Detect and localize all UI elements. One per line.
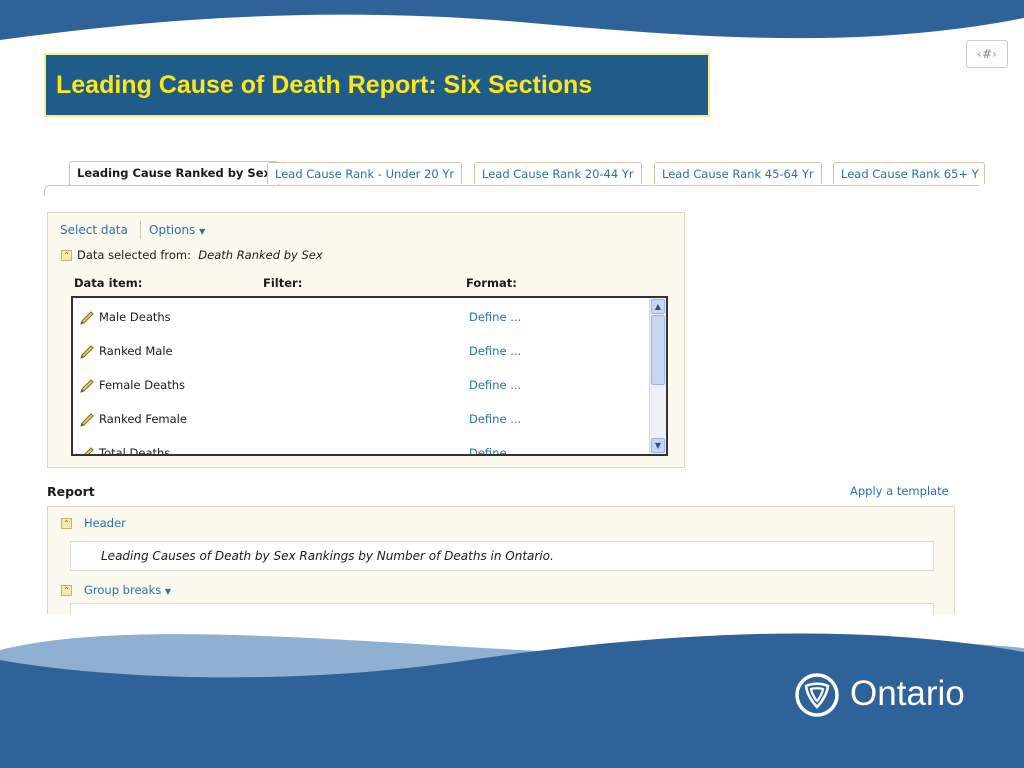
data-item-name: Female Deaths	[99, 378, 186, 392]
select-data-link[interactable]: Select data	[60, 223, 128, 237]
pencil-icon	[80, 413, 94, 427]
define-format-link[interactable]: Define ...	[469, 412, 521, 426]
list-item[interactable]: Ranked Female Define ...	[73, 404, 651, 438]
data-selected-from: Data selected from: Death Ranked by Sex	[77, 248, 323, 262]
report-header-text[interactable]: Leading Causes of Death by Sex Rankings …	[70, 541, 934, 571]
tab-under-20[interactable]: Lead Cause Rank - Under 20 Yr	[267, 162, 463, 184]
define-format-link[interactable]: Define ...	[469, 310, 521, 324]
scroll-up-icon[interactable]: ▲	[651, 299, 665, 314]
define-format-link[interactable]: Define ...	[469, 344, 521, 358]
data-selection-panel: Select data Options ▼ ⌃ Data selected fr…	[47, 212, 685, 468]
header-link[interactable]: Header	[84, 516, 126, 530]
pencil-icon	[84, 447, 94, 454]
ontario-trillium-logo	[795, 673, 839, 717]
slide-number: ‹#›	[966, 40, 1008, 68]
pencil-icon	[80, 311, 94, 325]
options-label: Options	[149, 223, 196, 237]
report-panel: ⌃ Header Leading Causes of Death by Sex …	[47, 506, 955, 615]
ontario-wordmark: Ontario	[850, 674, 965, 713]
pencil-icon	[80, 379, 94, 393]
scroll-thumb[interactable]	[651, 315, 665, 385]
toolbar-separator	[140, 221, 141, 239]
report-builder-screenshot: Leading Cause Ranked by Sex Lead Cause R…	[44, 148, 985, 615]
column-header-data-item: Data item:	[74, 276, 143, 290]
report-section-label: Report	[47, 484, 95, 499]
collapse-icon[interactable]: ⌃	[61, 518, 72, 529]
column-header-filter: Filter:	[263, 276, 303, 290]
tab-45-64[interactable]: Lead Cause Rank 45-64 Yr	[654, 162, 822, 184]
group-breaks-menu[interactable]: Group breaks ▼	[84, 583, 171, 597]
group-breaks-label: Group breaks	[84, 583, 162, 597]
options-menu[interactable]: Options ▼	[149, 223, 205, 237]
tab-strip: Leading Cause Ranked by Sex Lead Cause R…	[48, 161, 985, 186]
list-item[interactable]: Ranked Male Define ...	[73, 336, 651, 370]
selected-from-label: Data selected from:	[77, 248, 191, 262]
data-item-name: Male Deaths	[99, 310, 171, 324]
apply-template-link[interactable]: Apply a template	[850, 484, 949, 498]
data-toolbar: Select data Options ▼	[60, 221, 205, 239]
data-item-list: Male Deaths Define ... Ranked Male Defin…	[71, 296, 668, 456]
define-format-link[interactable]: Define ...	[469, 446, 521, 454]
top-wave-decoration	[0, 0, 1024, 40]
slide-title: Leading Cause of Death Report: Six Secti…	[56, 71, 593, 99]
group-breaks-box	[70, 603, 934, 615]
tab-strip-corner	[44, 185, 53, 196]
list-item[interactable]: Total Deaths Define ...	[73, 438, 651, 456]
column-header-format: Format:	[466, 276, 517, 290]
list-scrollbar[interactable]: ▲ ▼	[649, 298, 666, 454]
tab-65-plus[interactable]: Lead Cause Rank 65+ Y	[833, 162, 985, 184]
list-item[interactable]: Male Deaths Define ...	[73, 302, 651, 336]
data-item-name: Ranked Female	[99, 412, 187, 426]
chevron-down-icon: ▼	[199, 227, 206, 236]
tab-leading-cause-ranked-by-sex[interactable]: Leading Cause Ranked by Sex	[69, 161, 279, 185]
data-item-name: Ranked Male	[99, 344, 173, 358]
collapse-icon[interactable]: ⌃	[61, 250, 72, 261]
selected-from-value: Death Ranked by Sex	[198, 248, 323, 262]
list-item[interactable]: Female Deaths Define ...	[73, 370, 651, 404]
data-item-name: Total Deaths	[99, 446, 171, 456]
slide-title-box: Leading Cause of Death Report: Six Secti…	[44, 53, 710, 117]
collapse-icon[interactable]: ⌃	[61, 585, 72, 596]
scroll-down-icon[interactable]: ▼	[651, 438, 665, 453]
tab-20-44[interactable]: Lead Cause Rank 20-44 Yr	[474, 162, 642, 184]
pencil-icon	[80, 345, 94, 359]
chevron-down-icon: ▼	[164, 587, 172, 596]
define-format-link[interactable]: Define ...	[469, 378, 521, 392]
